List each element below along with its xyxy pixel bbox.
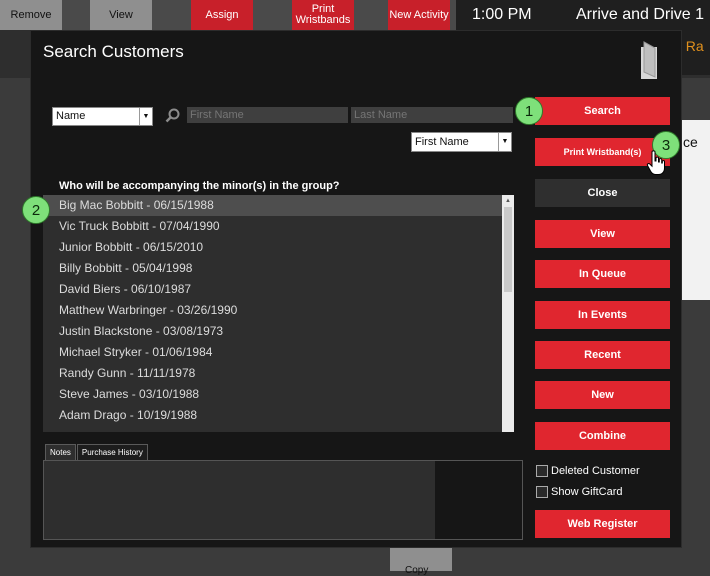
exit-door-icon[interactable] xyxy=(635,41,663,81)
first-name-input[interactable] xyxy=(187,107,348,123)
session-title: Arrive and Drive 1 xyxy=(576,6,705,23)
view-button[interactable]: View xyxy=(535,220,670,248)
print-wristbands-bg-button[interactable]: Print Wristbands xyxy=(292,0,354,30)
notes-side-panel xyxy=(435,461,522,539)
customer-list-item[interactable]: Big Mac Bobbitt - 06/15/1988 xyxy=(43,195,514,216)
checkbox-box[interactable] xyxy=(536,486,548,498)
search-button[interactable]: Search xyxy=(535,97,670,125)
list-scrollbar[interactable]: ▲ xyxy=(502,195,514,432)
customer-list-item[interactable]: Billy Bobbitt - 05/04/1998 xyxy=(43,258,514,279)
customer-list-item[interactable]: David Biers - 06/10/1987 xyxy=(43,279,514,300)
scroll-thumb[interactable] xyxy=(504,207,512,292)
sort-by-value: First Name xyxy=(415,136,469,148)
time-display: 1:00 PM xyxy=(472,6,532,23)
step-marker-1: 1 xyxy=(515,97,543,125)
close-button[interactable]: Close xyxy=(535,179,670,207)
view-button-bg[interactable]: View xyxy=(90,0,152,30)
customer-list-item[interactable]: Michael Stryker - 01/06/1984 xyxy=(43,342,514,363)
in-events-button[interactable]: In Events xyxy=(535,301,670,329)
search-by-select[interactable]: Name ▼ xyxy=(52,107,153,126)
remove-button[interactable]: Remove xyxy=(0,0,62,30)
sort-by-select[interactable]: First Name ▼ xyxy=(411,132,512,152)
tab-purchase-history[interactable]: Purchase History xyxy=(76,444,148,461)
search-icon[interactable] xyxy=(165,108,181,124)
customer-list-item[interactable]: Vic Truck Bobbitt - 07/04/1990 xyxy=(43,216,514,237)
deleted-customer-checkbox[interactable]: Deleted Customer xyxy=(536,465,640,477)
recent-button[interactable]: Recent xyxy=(535,341,670,369)
show-giftcard-label: Show GiftCard xyxy=(551,486,623,498)
step-marker-2: 2 xyxy=(22,196,50,224)
checkbox-box[interactable] xyxy=(536,465,548,477)
customer-list-item[interactable]: Justin Blackstone - 03/08/1973 xyxy=(43,321,514,342)
customer-list-item[interactable]: Steve James - 03/10/1988 xyxy=(43,384,514,405)
customer-list: Big Mac Bobbitt - 06/15/1988 Vic Truck B… xyxy=(43,195,514,432)
background-card-text: ce xyxy=(683,134,698,150)
show-giftcard-checkbox[interactable]: Show GiftCard xyxy=(536,486,623,498)
new-activity-button[interactable]: New Activity xyxy=(388,0,450,30)
customer-list-item[interactable]: Adam Drago - 10/19/1988 xyxy=(43,405,514,426)
hand-cursor-icon xyxy=(646,150,665,175)
dialog-title: Search Customers xyxy=(43,42,184,61)
scroll-up-icon[interactable]: ▲ xyxy=(502,195,514,207)
notes-area[interactable] xyxy=(43,460,523,540)
chevron-down-icon: ▼ xyxy=(139,108,152,125)
search-customers-dialog: Search Customers Name ▼ First Name ▼ Who… xyxy=(30,30,682,548)
accompany-prompt: Who will be accompanying the minor(s) in… xyxy=(59,180,340,192)
new-button[interactable]: New xyxy=(535,381,670,409)
combine-button[interactable]: Combine xyxy=(535,422,670,450)
web-register-button[interactable]: Web Register xyxy=(535,510,670,538)
chevron-down-icon: ▼ xyxy=(498,133,511,151)
search-by-value: Name xyxy=(56,110,86,122)
customer-list-item[interactable]: Randy Gunn - 11/11/1978 xyxy=(43,363,514,384)
last-name-input[interactable] xyxy=(351,107,513,123)
tab-notes[interactable]: Notes xyxy=(45,444,76,461)
detail-tabs: Notes Purchase History xyxy=(45,444,149,461)
deleted-customer-label: Deleted Customer xyxy=(551,465,640,477)
in-queue-button[interactable]: In Queue xyxy=(535,260,670,288)
customer-list-item[interactable]: Junior Bobbitt - 06/15/2010 xyxy=(43,237,514,258)
customer-list-item[interactable]: Matthew Warbringer - 03/26/1990 xyxy=(43,300,514,321)
assign-button[interactable]: Assign xyxy=(191,0,253,30)
